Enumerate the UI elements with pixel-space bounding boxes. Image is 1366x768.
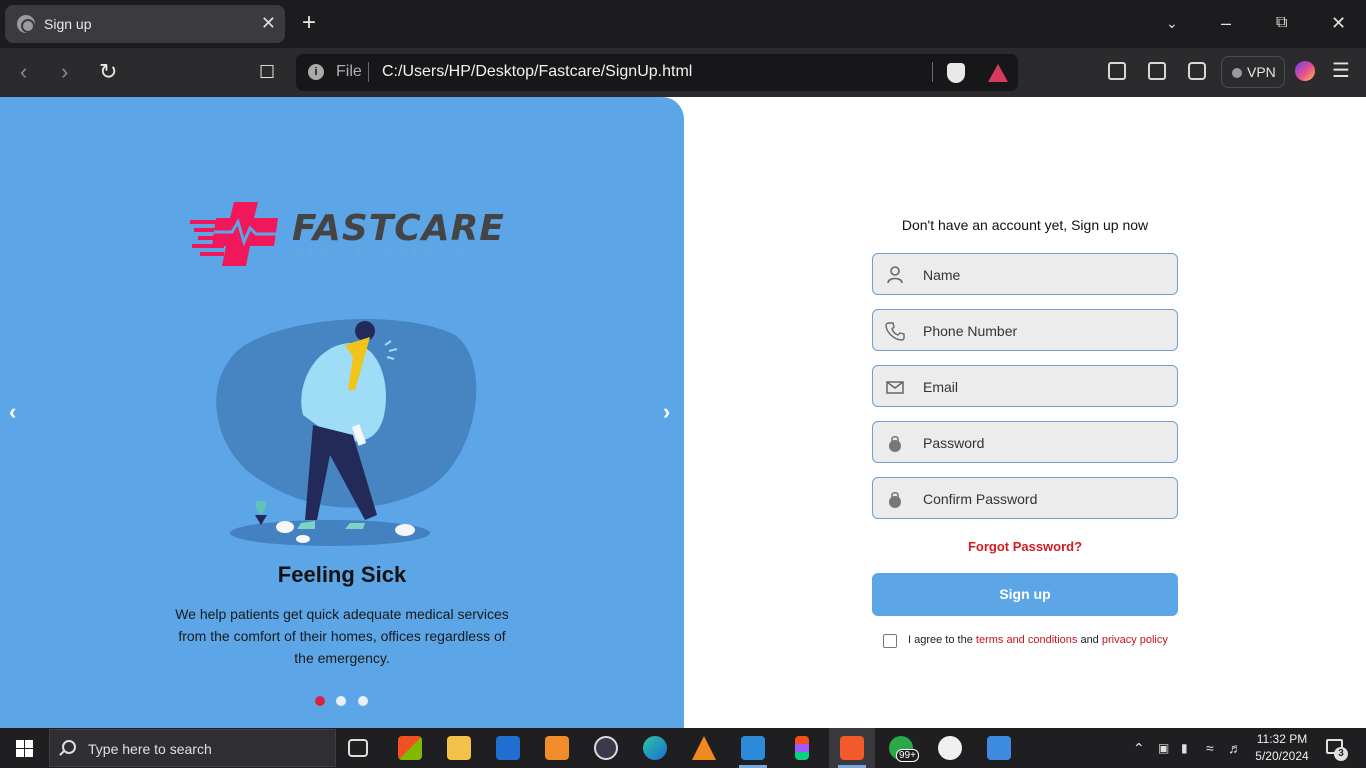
back-icon[interactable]: ‹ xyxy=(20,60,27,84)
vscode-icon[interactable] xyxy=(741,736,765,760)
agree-middle: and xyxy=(1077,634,1102,646)
sidebar-icon[interactable] xyxy=(1148,62,1166,80)
logo-tagline: MEDICAL SERVICE xyxy=(294,248,469,260)
carousel-dot-3[interactable] xyxy=(358,696,368,706)
sick-person-illustration xyxy=(216,318,477,546)
github-icon[interactable] xyxy=(938,736,962,760)
phone-icon xyxy=(885,322,905,341)
media-player-icon[interactable] xyxy=(594,736,618,760)
notification-count: 3 xyxy=(1334,747,1348,761)
password-placeholder: Password xyxy=(923,435,985,451)
site-info-icon[interactable]: i xyxy=(308,64,324,80)
confirm-password-field[interactable]: Confirm Password xyxy=(872,477,1178,519)
menu-icon[interactable]: ☰ xyxy=(1332,60,1350,82)
user-icon xyxy=(887,266,903,284)
wallet-icon[interactable] xyxy=(1188,62,1206,80)
terms-text: I agree to the terms and conditions and … xyxy=(908,634,1168,646)
brave-shields-icon[interactable] xyxy=(947,63,965,83)
extensions-icon[interactable] xyxy=(1108,62,1126,80)
password-field[interactable]: Password xyxy=(872,421,1178,463)
carousel-prev-icon[interactable]: ‹ xyxy=(9,401,16,423)
privacy-link[interactable]: privacy policy xyxy=(1102,634,1168,646)
restore-icon[interactable]: ⧉ xyxy=(1276,12,1287,34)
carousel-next-icon[interactable]: › xyxy=(663,401,670,423)
phone-placeholder: Phone Number xyxy=(923,323,1018,339)
clock-time: 11:32 PM xyxy=(1256,732,1308,746)
url-scheme-label: File xyxy=(336,63,362,80)
email-placeholder: Email xyxy=(923,379,959,395)
logo-cross-icon xyxy=(190,202,278,266)
signup-button[interactable]: Sign up xyxy=(872,573,1178,616)
close-tab-icon[interactable]: ✕ xyxy=(261,13,276,33)
xampp-icon[interactable] xyxy=(545,736,569,760)
name-placeholder: Name xyxy=(923,267,961,283)
lock-icon xyxy=(889,491,901,508)
logo-wordmark: FASTCARE xyxy=(292,208,505,249)
confirm-password-placeholder: Confirm Password xyxy=(923,491,1038,507)
edge-icon[interactable] xyxy=(643,736,667,760)
forgot-password-link[interactable]: Forgot Password? xyxy=(872,539,1178,554)
browser-toolbar: ‹ › ↻ ☐ i File C:/Users/HP/Desktop/Fastc… xyxy=(0,48,1366,97)
address-divider xyxy=(932,62,933,82)
globe-icon xyxy=(17,15,35,33)
carousel-dot-2[interactable] xyxy=(336,696,346,706)
search-icon xyxy=(62,740,76,754)
system-clock[interactable]: 11:32 PM 5/20/2024 xyxy=(1252,731,1312,765)
volume-icon[interactable]: ♬ xyxy=(1228,739,1242,757)
brave-browser-icon[interactable] xyxy=(840,736,864,760)
slide-title: Feeling Sick xyxy=(277,562,407,587)
mail-icon xyxy=(886,381,904,394)
bookmark-icon[interactable]: ☐ xyxy=(259,60,275,84)
task-view-icon[interactable] xyxy=(348,739,368,757)
taskbar-search[interactable]: Type here to search xyxy=(49,729,336,767)
terms-link[interactable]: terms and conditions xyxy=(976,634,1078,646)
new-tab-button[interactable]: + xyxy=(302,10,316,36)
windows-taskbar: Type here to search 99+ ⌃ ▣ ▮ ≈ ♬ 11:32 … xyxy=(0,728,1366,768)
minimize-icon[interactable]: – xyxy=(1221,12,1231,34)
slide-description: We help patients get quick adequate medi… xyxy=(175,606,509,666)
tab-search-chevron-icon[interactable]: ⌄ xyxy=(1166,12,1178,34)
windows-start-icon[interactable] xyxy=(16,740,33,757)
page-viewport: ‹ › FASTCARE MEDICAL SERVICE Feeling Sic… xyxy=(0,97,1366,728)
outlook-icon[interactable] xyxy=(496,736,520,760)
tray-overflow-icon[interactable]: ⌃ xyxy=(1133,739,1145,757)
photos-icon[interactable] xyxy=(987,736,1011,760)
taskbar-search-placeholder: Type here to search xyxy=(88,741,212,757)
name-field[interactable]: Name xyxy=(872,253,1178,295)
brave-rewards-icon[interactable] xyxy=(988,64,1008,82)
fastcare-logo: FASTCARE MEDICAL SERVICE xyxy=(190,200,504,268)
profile-icon[interactable] xyxy=(1295,61,1315,81)
file-explorer-icon[interactable] xyxy=(447,736,471,760)
vpn-label: VPN xyxy=(1247,64,1276,80)
email-field[interactable]: Email xyxy=(872,365,1178,407)
tab-title: Sign up xyxy=(44,16,92,32)
figma-icon[interactable] xyxy=(795,736,809,760)
address-bar[interactable]: i File C:/Users/HP/Desktop/Fastcare/Sign… xyxy=(296,54,1018,91)
close-window-icon[interactable]: ✕ xyxy=(1331,12,1346,34)
microsoft-store-icon[interactable] xyxy=(398,736,422,760)
browser-tab[interactable]: Sign up ✕ xyxy=(5,5,285,43)
vpn-status-icon xyxy=(1232,68,1242,78)
browser-tab-bar: Sign up ✕ + ⌄ – ⧉ ✕ xyxy=(0,0,1366,48)
clock-date: 5/20/2024 xyxy=(1255,749,1309,763)
carousel-dot-1[interactable] xyxy=(315,696,325,706)
forward-icon[interactable]: › xyxy=(61,60,68,84)
wifi-icon[interactable]: ≈ xyxy=(1206,739,1214,757)
address-divider xyxy=(368,62,369,82)
vlc-icon[interactable] xyxy=(692,736,716,760)
terms-checkbox[interactable] xyxy=(883,634,897,648)
camera-icon[interactable]: ▣ xyxy=(1158,739,1169,757)
agree-prefix: I agree to the xyxy=(908,634,976,646)
form-heading: Don't have an account yet, Sign up now xyxy=(901,217,1149,233)
lock-icon xyxy=(889,435,901,452)
carousel-panel: ‹ › FASTCARE MEDICAL SERVICE Feeling Sic… xyxy=(0,97,684,728)
url-text[interactable]: C:/Users/HP/Desktop/Fastcare/SignUp.html xyxy=(382,63,692,81)
whatsapp-badge: 99+ xyxy=(896,749,919,762)
vpn-button[interactable]: VPN xyxy=(1221,56,1285,88)
reload-icon[interactable]: ↻ xyxy=(99,60,117,84)
phone-field[interactable]: Phone Number xyxy=(872,309,1178,351)
battery-icon[interactable]: ▮ xyxy=(1181,739,1188,757)
